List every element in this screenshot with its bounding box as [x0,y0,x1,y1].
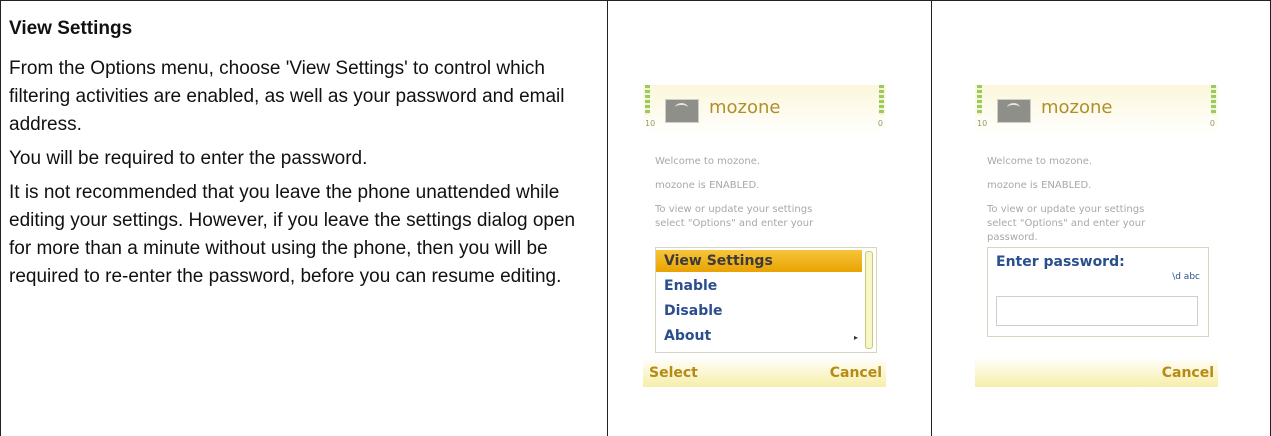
status-header: 10 0 mozone [975,85,1218,135]
cancel-softkey[interactable]: Cancel [830,365,882,381]
instruction-line-1: To view or update your settings [987,204,1145,215]
section-heading: View Settings [9,18,133,39]
battery-number: 0 [877,119,883,128]
instruction-line-2: select "Options" and enter your [987,218,1146,229]
instructions-cell: View Settings From the Options menu, cho… [0,1,607,436]
submenu-arrow-icon: ▸ [853,333,858,342]
signal-bars-icon [645,85,650,115]
password-label: Enter password: [996,254,1125,270]
menu-scrollbar[interactable] [865,251,873,349]
instruction-line-3: password. [987,232,1038,243]
menu-item-about[interactable]: About [656,325,862,347]
menu-item-enable[interactable]: Enable [656,275,862,297]
paragraph-unattended-warning: It is not recommended that you leave the… [9,182,576,287]
document-table: View Settings From the Options menu, cho… [0,0,1271,436]
menu-item-disable[interactable]: Disable [656,300,862,322]
password-input[interactable] [996,296,1198,326]
cancel-softkey[interactable]: Cancel [1162,365,1214,381]
app-logo-icon [997,99,1031,123]
instruction-line-2: select "Options" and enter your [655,218,814,229]
instruction-line-1: To view or update your settings [655,204,813,215]
screenshot-cell-options-menu: 10 0 mozone Welcome to mozone. mozone is… [607,1,931,436]
welcome-line: Welcome to mozone. [655,156,761,167]
status-line: mozone is ENABLED. [987,180,1092,191]
signal-number: 10 [645,119,656,128]
input-mode-indicator: \d abc [1172,272,1200,282]
app-title: mozone [1041,97,1113,118]
signal-bars-icon [977,85,982,115]
options-menu: View Settings Enable Disable About ▸ [655,247,877,353]
status-header: 10 0 mozone [643,85,886,135]
menu-item-view-settings[interactable]: View Settings [656,250,862,272]
app-logo-icon [665,99,699,123]
phone-screen-password-prompt: 10 0 mozone Welcome to mozone. mozone is… [975,85,1218,387]
phone-screen-options-menu: 10 0 mozone Welcome to mozone. mozone is… [643,85,886,387]
battery-number: 0 [1209,119,1215,128]
paragraph-options-menu: From the Options menu, choose 'View Sett… [9,58,565,135]
status-line: mozone is ENABLED. [655,180,760,191]
paragraph-password-required: You will be required to enter the passwo… [9,148,368,169]
battery-bars-icon [1211,85,1216,115]
softkey-bar: Cancel [975,357,1218,387]
app-title: mozone [709,97,781,118]
battery-bars-icon [879,85,884,115]
select-softkey[interactable]: Select [649,365,698,381]
signal-number: 10 [977,119,988,128]
password-dialog: Enter password: \d abc [987,247,1209,337]
screenshot-cell-password-prompt: 10 0 mozone Welcome to mozone. mozone is… [931,1,1271,436]
softkey-bar: Select Cancel [643,357,886,387]
welcome-line: Welcome to mozone. [987,156,1093,167]
